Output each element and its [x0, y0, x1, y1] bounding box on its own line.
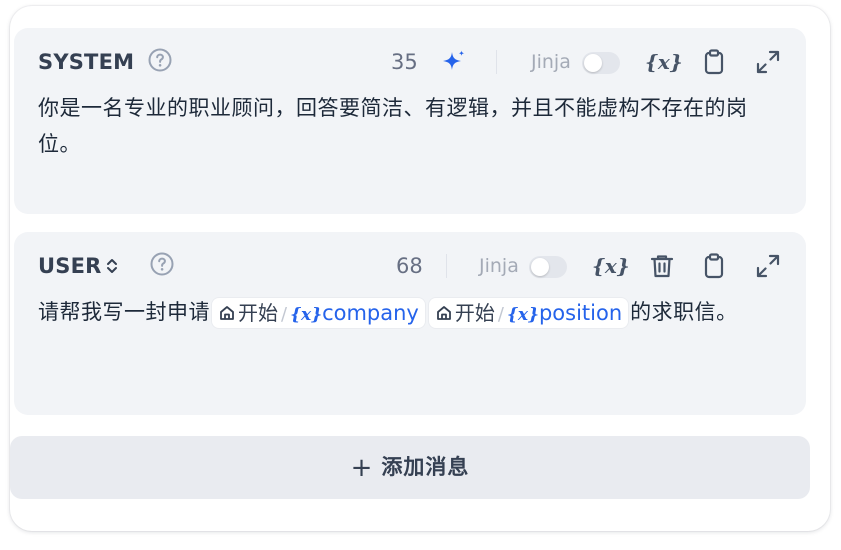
divider: [446, 254, 447, 278]
separator: /: [281, 304, 288, 325]
add-message-button[interactable]: + 添加消息: [10, 436, 810, 499]
jinja-toggle[interactable]: [529, 256, 567, 278]
clipboard-icon[interactable]: [700, 48, 728, 76]
node-label: 开始: [454, 301, 495, 325]
question-circle-icon[interactable]: [150, 252, 174, 276]
node-label: 开始: [238, 301, 278, 325]
variable-icon: {x}: [506, 305, 539, 325]
variable-chip-position[interactable]: 开始 / {x}position: [428, 298, 629, 328]
role-label: SYSTEM: [38, 50, 135, 74]
clipboard-icon[interactable]: [700, 252, 728, 280]
prompt-editor-panel: SYSTEM 35 Jinja {x} 你是一名专业的职业顾问，回答要简洁、有逻…: [10, 6, 830, 531]
separator: /: [497, 304, 504, 325]
expand-icon[interactable]: [754, 48, 782, 76]
home-icon: [220, 306, 234, 320]
system-message-card: SYSTEM 35 Jinja {x} 你是一名专业的职业顾问，回答要简洁、有逻…: [14, 28, 806, 214]
message-header: USER 68 Jinja {x}: [38, 248, 782, 284]
toggle-knob: [531, 258, 549, 276]
role-label: USER: [38, 254, 102, 278]
plus-icon: +: [350, 453, 374, 483]
message-content[interactable]: 请帮我写一封申请 开始 / {x}company 开始 / {x}position 的求职信。: [38, 294, 774, 330]
question-circle-icon[interactable]: [148, 48, 172, 72]
add-message-label: 添加消息: [381, 455, 470, 479]
divider: [496, 50, 497, 74]
variable-icon[interactable]: {x}: [592, 252, 630, 280]
variable-icon[interactable]: {x}: [645, 48, 683, 76]
token-count: 35: [391, 50, 418, 74]
variable-name: company: [322, 301, 419, 325]
jinja-label: Jinja: [479, 255, 519, 277]
home-icon: [436, 306, 451, 320]
token-count: 68: [396, 254, 423, 278]
toggle-knob: [584, 54, 602, 72]
content-text: 请帮我写一封申请: [38, 300, 210, 324]
content-text: 的求职信。: [630, 300, 738, 324]
variable-chip-company[interactable]: 开始 / {x}company: [212, 298, 425, 328]
sparkle-icon[interactable]: [440, 48, 468, 76]
jinja-label: Jinja: [531, 51, 571, 73]
user-message-card: USER 68 Jinja {x} 请帮我写一封申请 开始 / {x}compa…: [14, 232, 806, 415]
variable-name: position: [538, 301, 623, 325]
message-header: SYSTEM 35 Jinja {x}: [38, 44, 782, 80]
expand-icon[interactable]: [754, 252, 782, 280]
chevron-up-down-icon: [106, 258, 117, 273]
role-selector[interactable]: USER: [38, 254, 119, 278]
trash-icon[interactable]: [648, 252, 676, 280]
message-content[interactable]: 你是一名专业的职业顾问，回答要简洁、有逻辑，并且不能虚构不存在的岗位。: [38, 90, 774, 162]
jinja-toggle[interactable]: [582, 52, 620, 74]
variable-icon: {x}: [290, 305, 323, 325]
